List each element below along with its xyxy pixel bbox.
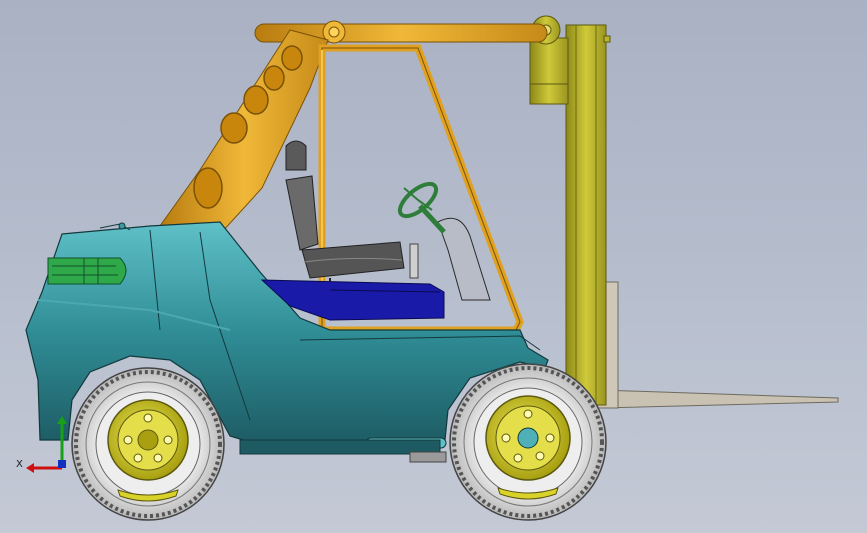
- forklift-model[interactable]: X: [0, 0, 867, 533]
- rear-grille[interactable]: [47, 257, 127, 285]
- cad-viewport[interactable]: X: [0, 0, 867, 533]
- mast[interactable]: [529, 15, 611, 406]
- x-axis-label: X: [16, 459, 23, 470]
- rear-wheel[interactable]: [71, 367, 225, 521]
- front-wheel[interactable]: [449, 363, 607, 521]
- fork[interactable]: [591, 281, 839, 409]
